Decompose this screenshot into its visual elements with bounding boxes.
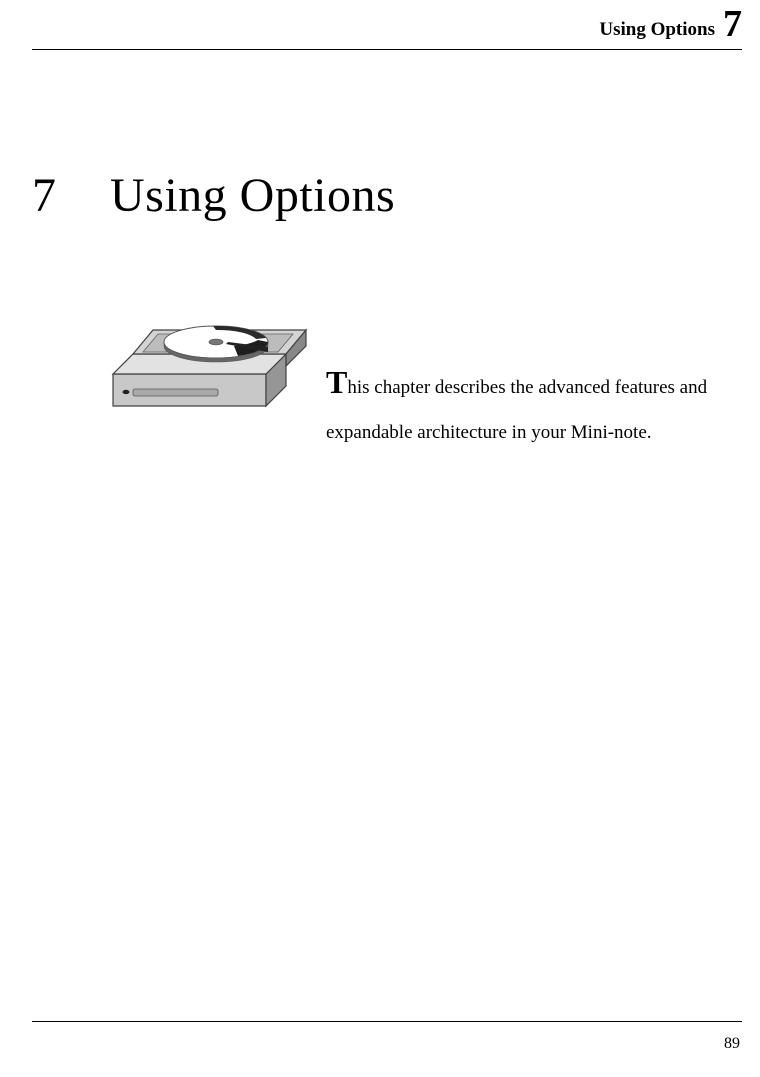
disk-drive-illustration: [108, 302, 308, 417]
disk-drive-icon: [108, 302, 308, 417]
chapter-heading: 7 Using Options: [32, 168, 740, 223]
chapter-title: Using Options: [110, 168, 395, 223]
running-head-text: Using Options: [599, 20, 715, 43]
intro-dropcap: T: [326, 364, 347, 400]
page-header: Using Options 7: [32, 0, 742, 50]
footer-rule: [32, 1021, 742, 1022]
page-number: 89: [724, 1035, 740, 1053]
intro-text: his chapter describes the advanced featu…: [326, 377, 707, 443]
chapter-intro-paragraph: This chapter describes the advanced feat…: [326, 302, 740, 452]
running-head-chapter-number: 7: [723, 5, 742, 43]
page-container: Using Options 7 7 Using Options: [0, 0, 760, 1077]
chapter-intro-row: This chapter describes the advanced feat…: [108, 302, 740, 452]
chapter-number: 7: [32, 168, 110, 223]
